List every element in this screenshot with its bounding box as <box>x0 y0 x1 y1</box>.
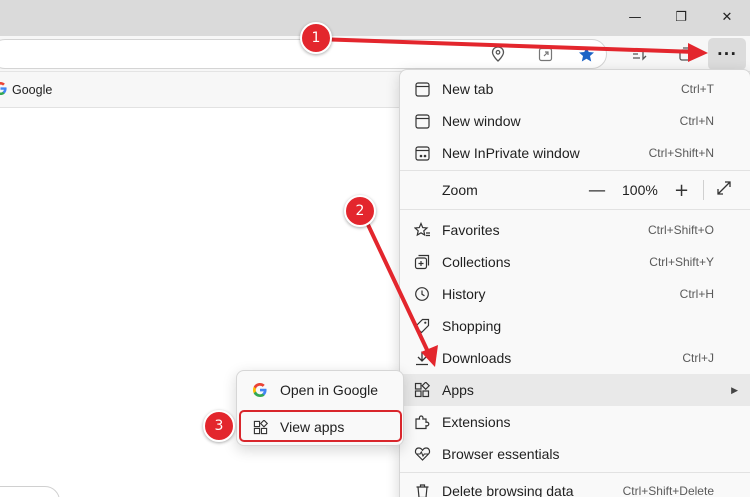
menu-item-shortcut: Ctrl+Shift+N <box>648 146 714 160</box>
menu-item-shortcut: Ctrl+T <box>681 82 714 96</box>
menu-item-shortcut: Ctrl+Shift+Delete <box>622 484 714 497</box>
collections-icon <box>412 252 432 272</box>
step-1-marker: 1 <box>300 22 332 54</box>
favorite-star-icon[interactable] <box>576 44 596 64</box>
google-logo-icon <box>251 381 269 399</box>
menu-item-downloads[interactable]: Downloads Ctrl+J <box>400 342 750 374</box>
menu-item-label: Shopping <box>442 318 502 334</box>
zoom-in-button[interactable]: + <box>674 180 689 201</box>
submenu-item-label: Open in Google <box>280 382 379 398</box>
menu-item-label: Favorites <box>442 222 500 238</box>
full-screen-button[interactable] <box>716 180 732 200</box>
download-icon <box>412 348 432 368</box>
menu-item-browser-essentials[interactable]: Browser essentials <box>400 438 750 470</box>
partial-element <box>0 486 60 497</box>
menu-item-new-window[interactable]: New window Ctrl+N <box>400 105 750 137</box>
menu-item-extensions[interactable]: Extensions <box>400 406 750 438</box>
menu-item-label: Extensions <box>442 414 511 430</box>
menu-item-shortcut: Ctrl+N <box>679 114 714 128</box>
open-in-app-icon[interactable] <box>535 44 555 64</box>
menu-item-zoom: Zoom — 100% + <box>400 174 750 206</box>
menu-item-new-inprivate-window[interactable]: New InPrivate window Ctrl+Shift+N <box>400 137 750 169</box>
settings-and-more-menu: New tab Ctrl+T New window Ctrl+N New InP… <box>399 69 750 497</box>
menu-divider <box>400 472 750 473</box>
location-pin-icon[interactable] <box>488 44 508 64</box>
menu-item-delete-browsing-data[interactable]: Delete browsing data Ctrl+Shift+Delete <box>400 475 750 497</box>
reading-list-icon[interactable] <box>630 44 650 64</box>
maximize-button[interactable]: ❐ <box>666 6 696 28</box>
zoom-out-button[interactable]: — <box>588 180 606 201</box>
inprivate-icon <box>412 143 432 163</box>
menu-item-label: History <box>442 286 486 302</box>
favorite-item-google[interactable]: Google <box>0 81 52 99</box>
minimize-icon: — <box>628 9 642 25</box>
menu-item-shortcut: Ctrl+Shift+Y <box>649 255 714 269</box>
zoom-level: 100% <box>622 182 658 198</box>
step-3-marker: 3 <box>203 410 235 442</box>
google-logo-icon <box>0 82 7 98</box>
history-icon <box>412 284 432 304</box>
menu-item-label: Browser essentials <box>442 446 560 462</box>
menu-item-favorites[interactable]: Favorites Ctrl+Shift+O <box>400 214 750 246</box>
menu-divider <box>400 209 750 210</box>
settings-and-more-button[interactable]: ··· <box>708 38 746 70</box>
menu-item-label: Zoom <box>442 182 478 198</box>
shopping-tag-icon <box>412 316 432 336</box>
submenu-item-open-in-google[interactable]: Open in Google <box>237 374 405 406</box>
collections-toolbar-icon[interactable] <box>676 44 696 64</box>
favorites-icon <box>412 220 432 240</box>
apps-icon <box>412 380 432 400</box>
menu-item-label: Downloads <box>442 350 512 366</box>
close-icon: ✕ <box>721 9 733 25</box>
menu-item-label: Apps <box>442 382 474 398</box>
new-tab-icon <box>412 79 432 99</box>
menu-item-apps[interactable]: Apps ▶ <box>400 374 750 406</box>
menu-item-shortcut: Ctrl+J <box>682 351 714 365</box>
menu-item-history[interactable]: History Ctrl+H <box>400 278 750 310</box>
new-window-icon <box>412 111 432 131</box>
heart-pulse-icon <box>412 444 432 464</box>
menu-item-shortcut: Ctrl+H <box>679 287 714 301</box>
step-2-marker: 2 <box>344 195 376 227</box>
view-apps-highlight-box <box>239 410 402 442</box>
close-button[interactable]: ✕ <box>712 6 742 28</box>
minimize-button[interactable]: — <box>620 6 650 28</box>
more-icon: ··· <box>716 45 738 63</box>
restore-icon: ❐ <box>675 9 687 25</box>
zoom-divider <box>703 180 704 200</box>
menu-item-label: New InPrivate window <box>442 145 580 161</box>
menu-item-shopping[interactable]: Shopping <box>400 310 750 342</box>
favorite-item-label: Google <box>12 83 53 97</box>
trash-icon <box>412 481 432 497</box>
menu-item-new-tab[interactable]: New tab Ctrl+T <box>400 73 750 105</box>
menu-item-label: New window <box>442 113 521 129</box>
menu-item-collections[interactable]: Collections Ctrl+Shift+Y <box>400 246 750 278</box>
menu-item-shortcut: Ctrl+Shift+O <box>647 223 714 237</box>
menu-item-label: Delete browsing data <box>442 483 574 497</box>
extensions-puzzle-icon <box>412 412 432 432</box>
menu-divider <box>400 170 750 171</box>
menu-item-label: Collections <box>442 254 511 270</box>
submenu-arrow-icon: ▶ <box>731 384 738 395</box>
menu-item-label: New tab <box>442 81 494 97</box>
